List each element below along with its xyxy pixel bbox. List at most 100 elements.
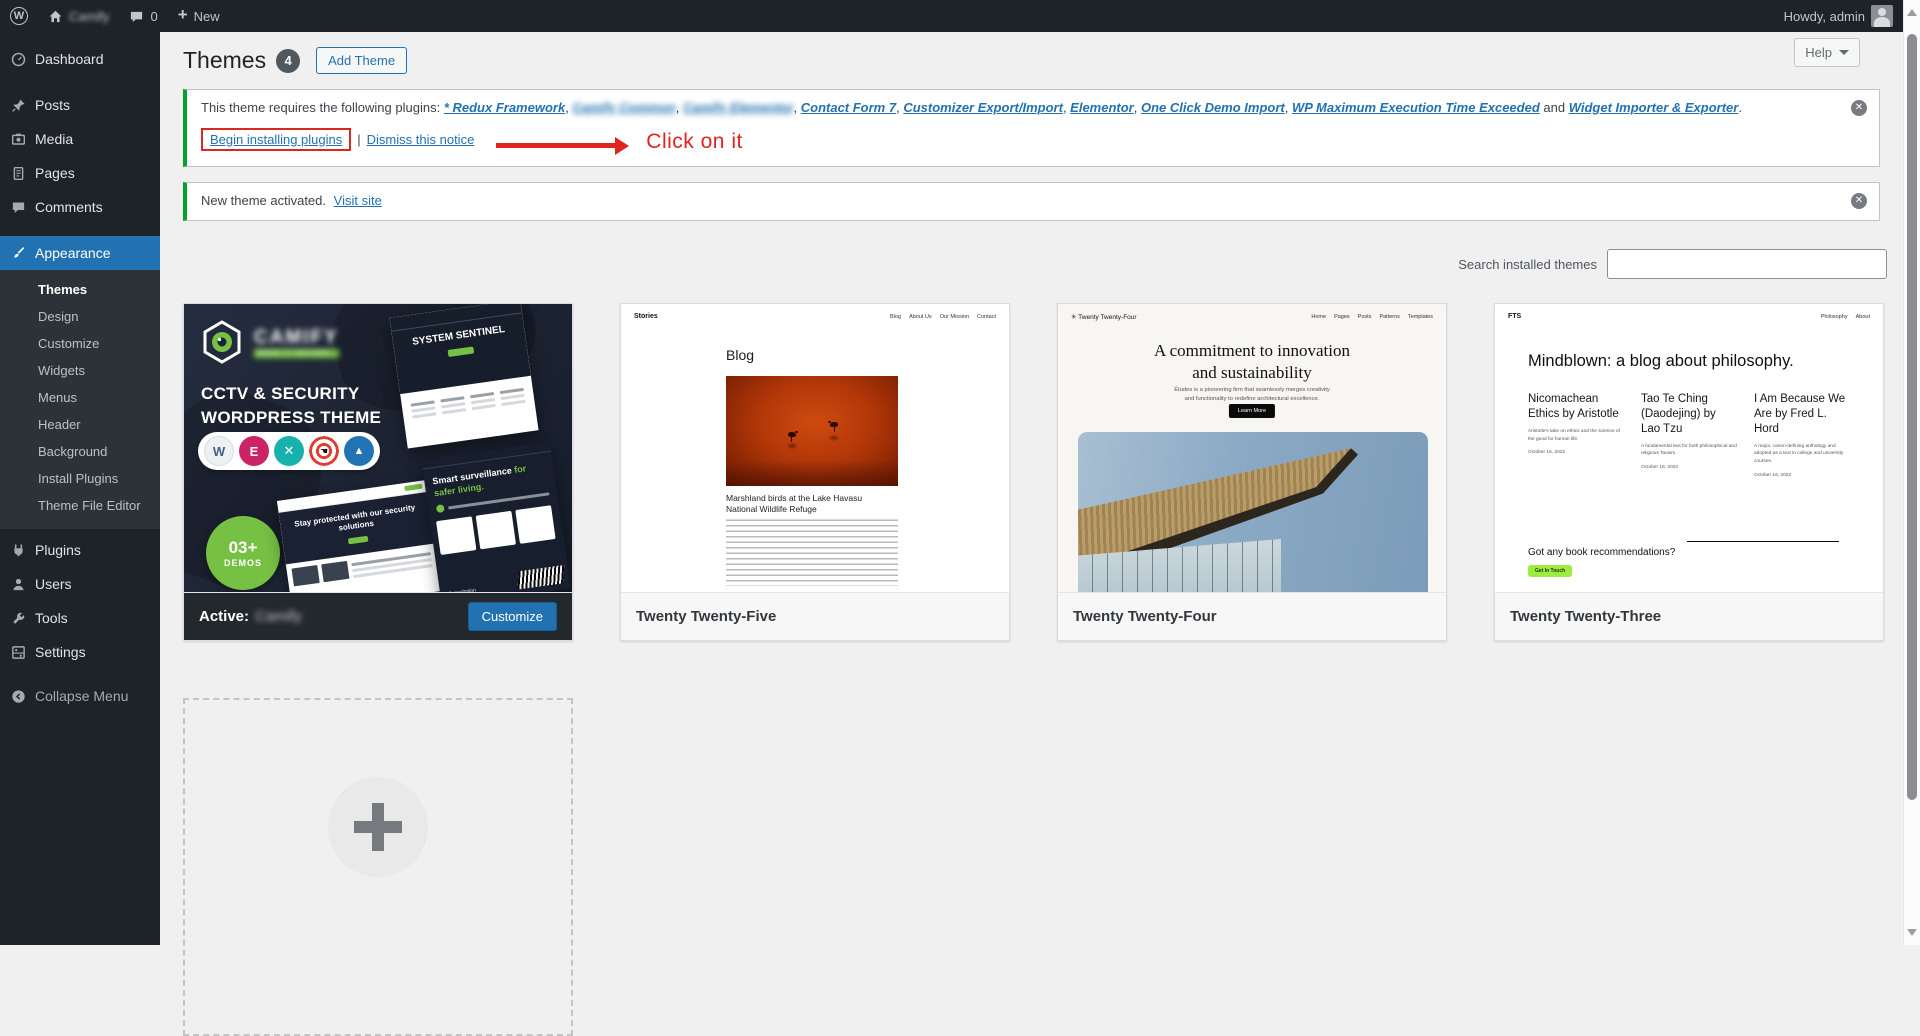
sidebar-item-media[interactable]: Media [0, 122, 160, 156]
plugin-link[interactable]: Elementor [1070, 100, 1134, 115]
camify-mockup-stay-protected: Stay protected with our security solutio… [277, 480, 441, 594]
sidebar-item-dashboard[interactable]: Dashboard [0, 42, 160, 76]
wordpress-logo-icon: W [10, 7, 28, 25]
activated-text: New theme activated. [201, 193, 326, 208]
add-theme-button[interactable]: Add Theme [316, 47, 407, 74]
sidebar-label: Collapse Menu [35, 688, 128, 704]
sidebar-item-plugins[interactable]: Plugins [0, 533, 160, 567]
plugin-link[interactable]: Widget Importer & Exporter [1569, 100, 1739, 115]
collapse-menu-button[interactable]: Collapse Menu [0, 679, 160, 713]
search-row: Search installed themes [160, 249, 1887, 279]
separator: , [1285, 100, 1292, 115]
plugin-link[interactable]: Camify Elementor [683, 100, 794, 115]
tt4-site-logo: ✳ Twenty Twenty-Four [1071, 313, 1137, 321]
camify-demos-badge: 03+ DEMOS [206, 516, 280, 590]
submenu-header[interactable]: Header [0, 411, 160, 438]
sidebar-item-comments[interactable]: Comments [0, 190, 160, 224]
submenu-widgets[interactable]: Widgets [0, 357, 160, 384]
tt5-post-excerpt [726, 518, 898, 586]
comments-count: 0 [150, 9, 157, 24]
active-label: Active: [199, 608, 249, 625]
tt3-post: Nicomachean Ethics by Aristotle Aristotl… [1528, 392, 1625, 478]
submenu-theme-file-editor[interactable]: Theme File Editor [0, 492, 160, 519]
submenu-customize[interactable]: Customize [0, 330, 160, 357]
user-icon [11, 577, 26, 592]
plugin-link[interactable]: One Click Demo Import [1141, 100, 1285, 115]
new-menu[interactable]: + New [168, 0, 230, 32]
scroll-up-arrow-icon[interactable] [1907, 4, 1917, 16]
notice-intro: This theme requires the following plugin… [201, 100, 440, 115]
sidebar-item-posts[interactable]: Posts [0, 88, 160, 122]
sidebar-label: Users [35, 576, 72, 592]
sidebar-label: Settings [35, 644, 86, 660]
admin-bar: W Camify 0 + New Howdy, admin [0, 0, 1903, 32]
site-name-menu[interactable]: Camify [38, 0, 119, 32]
sidebar-item-appearance[interactable]: Appearance [0, 236, 160, 270]
theme-card-twenty-twenty-four[interactable]: ✳ Twenty Twenty-Four HomePagesPostsPatte… [1057, 303, 1447, 641]
appearance-brush-icon [11, 246, 26, 261]
scroll-down-arrow-icon[interactable] [1907, 929, 1917, 941]
begin-installing-plugins-link[interactable]: Begin installing plugins [210, 132, 342, 147]
plugin-link[interactable]: Camify Common [572, 100, 675, 115]
theme-card-twenty-twenty-five[interactable]: Stories BlogAbout UsOur MissionContact B… [620, 303, 1010, 641]
submenu-design[interactable]: Design [0, 303, 160, 330]
help-dropdown[interactable]: Help [1794, 38, 1860, 67]
admin-sidebar: Dashboard Posts Media Pages Comments App… [0, 32, 160, 945]
content-area: Help Themes 4 Add Theme ✕ This theme req… [160, 32, 1903, 945]
sidebar-item-users[interactable]: Users [0, 567, 160, 601]
theme-name: Twenty Twenty-Five [636, 608, 776, 625]
add-new-theme-box[interactable] [183, 698, 573, 1036]
theme-grid: CAMIFY MAKE IT SECURE CCTV & SECURITY WO… [160, 279, 1903, 1036]
camify-logo-text: CAMIFY [254, 327, 339, 349]
tt5-blog-heading: Blog [726, 347, 754, 363]
sidebar-label: Media [35, 131, 73, 147]
help-label: Help [1805, 45, 1832, 60]
plugin-icon [11, 543, 26, 558]
plugin-link[interactable]: Contact Form 7 [801, 100, 896, 115]
camify-plugin-icons-pill: W E ✕ ☚ ▲ [198, 432, 380, 470]
sidebar-item-pages[interactable]: Pages [0, 156, 160, 190]
customize-button[interactable]: Customize [468, 602, 557, 631]
tt5-site-logo: Stories [634, 313, 658, 320]
dismiss-notice-icon[interactable]: ✕ [1851, 193, 1867, 209]
tt4-nav: HomePagesPostsPatternsTemplates [1311, 314, 1433, 320]
sidebar-label: Comments [35, 199, 103, 215]
tt5-preview: Stories BlogAbout UsOur MissionContact B… [621, 304, 1009, 594]
vertical-scrollbar[interactable] [1903, 0, 1920, 945]
submenu-install-plugins[interactable]: Install Plugins [0, 465, 160, 492]
separator: . [1738, 100, 1742, 115]
dismiss-notice-icon[interactable]: ✕ [1851, 100, 1867, 116]
tt4-subtext: Études is a pioneering firm that seamles… [1058, 386, 1446, 405]
theme-activated-notice: ✕ New theme activated. Visit site [183, 182, 1880, 221]
tt3-post: I Am Because We Are by Fred L. Hord A ma… [1754, 392, 1851, 478]
red-arrow-annotation [496, 143, 624, 148]
separator: , [794, 100, 801, 115]
search-themes-input[interactable] [1607, 249, 1887, 279]
plugin-link[interactable]: Customizer Export/Import [903, 100, 1063, 115]
sidebar-label: Posts [35, 97, 70, 113]
mockup-title: SYSTEM SENTINEL [412, 324, 506, 348]
visit-site-link[interactable]: Visit site [334, 193, 382, 208]
theme-name-footer: Twenty Twenty-Three [1495, 592, 1883, 640]
comments-menu[interactable]: 0 [119, 0, 167, 32]
dashboard-icon [11, 52, 26, 67]
sidebar-item-settings[interactable]: Settings [0, 635, 160, 669]
comment-bubble-icon [129, 9, 144, 24]
my-account-menu[interactable]: Howdy, admin [1774, 0, 1903, 32]
new-label: New [194, 9, 220, 24]
plugin-link[interactable]: WP Maximum Execution Time Exceeded [1292, 100, 1540, 115]
submenu-themes[interactable]: Themes [0, 276, 160, 303]
tt3-get-in-touch-button: Get In Touch [1528, 565, 1572, 577]
scrollbar-thumb[interactable] [1907, 34, 1917, 800]
sidebar-item-tools[interactable]: Tools [0, 601, 160, 635]
theme-card-twenty-twenty-three[interactable]: FTS PhilosophyAbout Mindblown: a blog ab… [1494, 303, 1884, 641]
dismiss-this-notice-link[interactable]: Dismiss this notice [367, 132, 475, 147]
wp-logo-menu[interactable]: W [0, 0, 38, 32]
plugin-link[interactable]: * Redux Framework [444, 100, 565, 115]
tt5-post-title: Marshland birds at the Lake Havasu Natio… [726, 493, 891, 516]
theme-name: Twenty Twenty-Four [1073, 608, 1217, 625]
submenu-menus[interactable]: Menus [0, 384, 160, 411]
camify-mockup-system-sentinel: SYSTEM SENTINEL [389, 304, 538, 449]
theme-card-camify[interactable]: CAMIFY MAKE IT SECURE CCTV & SECURITY WO… [183, 303, 573, 641]
submenu-background[interactable]: Background [0, 438, 160, 465]
